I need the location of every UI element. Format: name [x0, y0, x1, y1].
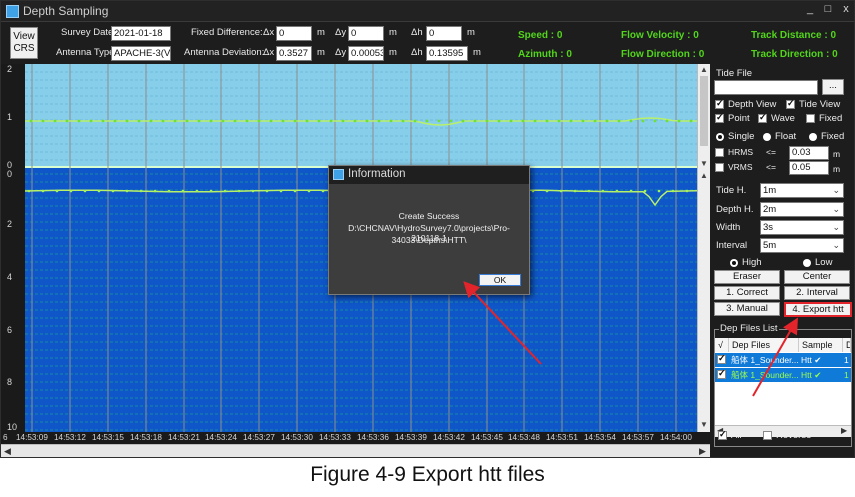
- figure-caption: Figure 4-9 Export htt files: [310, 463, 545, 486]
- annotation-arrows: [463, 281, 798, 397]
- depth-sampling-window: Depth Sampling _ □ x View CRS Survey Dat…: [0, 0, 855, 458]
- arrow-to-dialog: [463, 281, 542, 365]
- arrow-to-export-button: [752, 317, 798, 397]
